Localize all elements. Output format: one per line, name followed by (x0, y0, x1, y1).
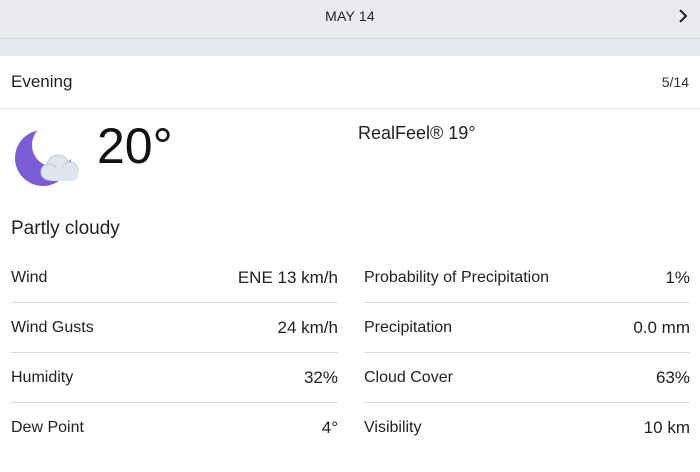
partly-cloudy-night-icon (12, 125, 82, 191)
period-label: Evening (11, 72, 73, 91)
detail-row-precipitation: Precipitation 0.0 mm (364, 303, 690, 353)
detail-value: 32% (303, 367, 338, 387)
detail-row-precip-probability: Probability of Precipitation 1% (364, 253, 690, 303)
condition-text: Partly cloudy (11, 218, 120, 239)
detail-label: Visibility (364, 419, 422, 436)
detail-row-visibility: Visibility 10 km (364, 403, 690, 453)
detail-label: Precipitation (364, 318, 453, 336)
detail-label: Wind Gusts (11, 318, 94, 336)
detail-value: 63% (655, 367, 690, 387)
realfeel-temperature: RealFeel® 19° (358, 123, 476, 143)
detail-value: 1% (665, 267, 690, 287)
detail-row-cloud-cover: Cloud Cover 63% (364, 353, 690, 403)
detail-value: ENE 13 km/h (237, 267, 338, 287)
detail-row-humidity: Humidity 32% (11, 353, 338, 403)
details-left-column: Wind ENE 13 km/h Wind Gusts 24 km/h Humi… (11, 253, 338, 453)
header-date: MAY 14 (325, 8, 375, 24)
detail-label: Humidity (11, 368, 74, 386)
chevron-right-icon[interactable] (674, 6, 692, 26)
detail-label: Wind (11, 268, 48, 286)
header-spacer (0, 39, 700, 56)
detail-label: Dew Point (11, 419, 84, 436)
detail-label: Cloud Cover (364, 368, 453, 386)
temperature: 20° (97, 118, 173, 174)
period-date: 5/14 (661, 74, 689, 90)
details-right-column: Probability of Precipitation 1% Precipit… (364, 253, 690, 453)
detail-value: 10 km (643, 418, 690, 437)
detail-row-wind-gusts: Wind Gusts 24 km/h (11, 303, 338, 353)
detail-value: 24 km/h (277, 317, 338, 337)
detail-label: Probability of Precipitation (364, 268, 549, 286)
detail-value: 4° (321, 418, 338, 437)
detail-row-dew-point: Dew Point 4° (11, 403, 338, 453)
period-header: Evening 5/14 (0, 56, 700, 109)
detail-value: 0.0 mm (633, 317, 690, 337)
detail-row-wind: Wind ENE 13 km/h (11, 253, 338, 303)
current-conditions: 20° RealFeel® 19° (0, 109, 700, 201)
date-header: MAY 14 (0, 0, 700, 39)
